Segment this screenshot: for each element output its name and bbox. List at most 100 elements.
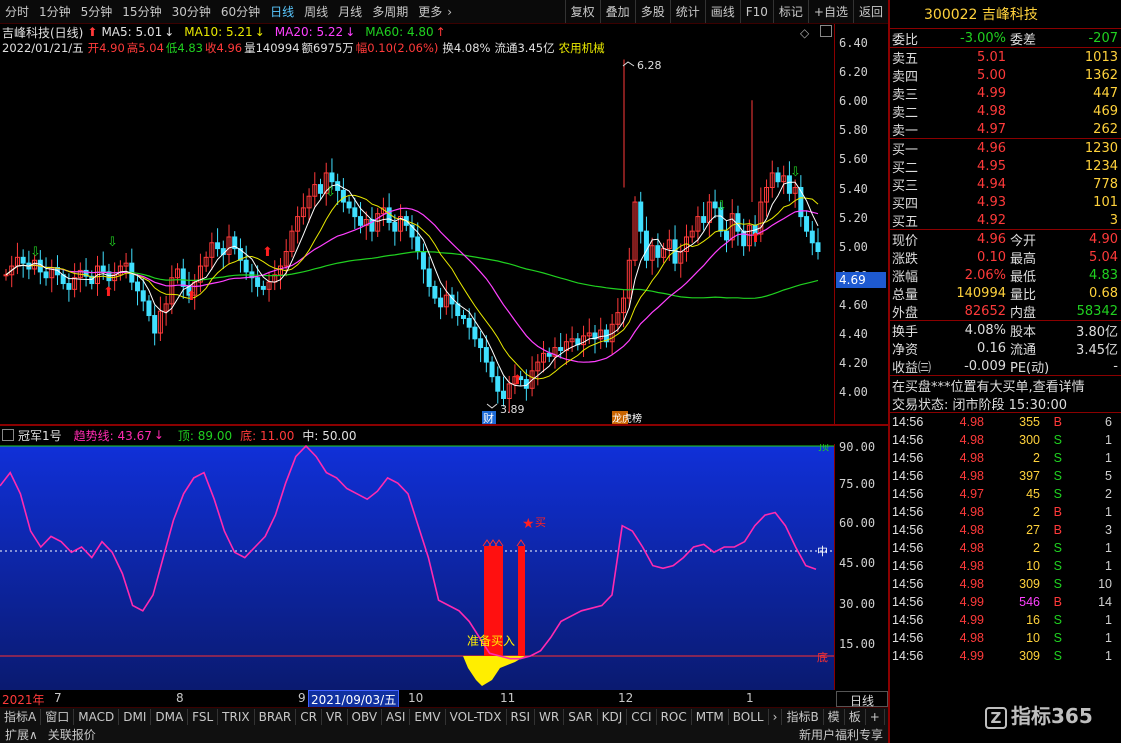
candle-body [489,361,495,378]
indicator-tab[interactable]: BOLL [729,708,769,725]
indicator-tab[interactable]: VR [322,708,348,725]
indicator-tab[interactable]: DMA [151,708,189,725]
book-row: 卖四 5.00 1362 [890,66,1121,85]
stat-label: 收益㈢ [892,360,932,376]
book-volume: 1013 [1084,49,1118,65]
candle-body [215,242,221,250]
book-row: 卖三 4.99 447 [890,84,1121,103]
up-arrow-icon: ⬆ [103,285,114,300]
toolbar-action[interactable]: 标记 [772,0,808,23]
toolbar-action[interactable]: 返回 [852,0,888,23]
indicator-tab[interactable]: CCI [627,708,657,725]
high-marker [622,61,635,67]
period-tab[interactable]: 更多 [413,0,447,23]
stat-value: 0.10 [977,249,1006,265]
period-tab[interactable]: 30分钟 [167,0,216,23]
period-tab[interactable]: 60分钟 [216,0,265,23]
indicator-tab[interactable]: MACD [74,708,120,725]
buy-label: 买 [535,516,546,529]
price-chart[interactable]: ⇩⇩⇩⇩⇩⬆ ⬆⬆⬆⬆ 6.28 3.89 财 龙虎榜 [0,24,834,426]
period-tab[interactable]: 月线 [333,0,367,23]
stat-label: 最高 [1010,251,1037,267]
indicator-tab[interactable]: DMI [119,708,152,725]
period-button[interactable]: 日线 [836,691,888,708]
toolbar-action[interactable]: 叠加 [599,0,635,23]
candle-body [43,271,49,279]
candle-body [415,236,421,253]
book-price: 5.00 [977,67,1006,83]
indicator-tab[interactable]: OBV [348,708,383,725]
period-tab[interactable]: 日线 [265,0,299,23]
indicator-chart[interactable]: 准备买入 ★ 买 中 底 顶 [0,444,834,690]
indicator-tab[interactable]: BRAR [255,708,297,725]
trade-time: 14:56 [892,577,924,591]
price-tick: 4.60 [839,297,868,312]
status-bar: 扩展∧ 关联报价 新用户福利专享 [0,725,888,743]
trade-time: 14:56 [892,433,924,447]
checkbox-icon[interactable] [2,429,14,441]
candle-body [3,274,9,277]
book-level-label: 卖五 [892,51,919,67]
indicator-tab[interactable]: EMV [410,708,446,725]
toolbar-action[interactable]: 画线 [704,0,740,23]
expand-button[interactable]: 扩展∧ [0,726,43,743]
down-arrow-icon: ⇩ [325,185,336,200]
period-tab[interactable]: 周线 [299,0,333,23]
indicator-tab[interactable]: MTM [692,708,729,725]
indicator-name[interactable]: 冠军1号 [18,427,62,444]
toolbar-action[interactable]: 多股 [634,0,670,23]
trade-side: S [1053,487,1062,501]
ma60-line [5,251,819,299]
toolbar-action[interactable]: F10 [739,0,773,23]
indicator-tab[interactable]: 指标A [0,708,42,725]
indicator-b-tab[interactable]: 指标B [782,708,824,725]
trade-row: 14:56 4.98 10 S 1 [890,557,1121,575]
indicator-tab[interactable]: WR [535,708,565,725]
period-tab[interactable]: 多周期 [367,0,413,23]
toolbar-action[interactable]: +自选 [807,0,853,23]
trade-price: 4.97 [959,487,984,501]
indicator-tab[interactable]: TRIX [218,708,255,725]
candle-body [643,230,649,261]
trade-volume: 300 [1019,433,1040,447]
indicator-tab[interactable]: FSL [188,708,219,725]
toolbar-action[interactable]: 统计 [669,0,705,23]
trade-time: 14:56 [892,469,924,483]
toolbar-action[interactable]: 复权 [564,0,600,23]
trade-count: 1 [1105,451,1112,465]
new-user-link[interactable]: 新用户福利专享 [794,726,888,743]
trade-volume: 27 [1026,523,1040,537]
indicator-tab[interactable]: CR [296,708,322,725]
book-row: 买一 4.96 1230 [890,139,1121,158]
period-tab[interactable]: 1分钟 [34,0,76,23]
indicator-b-tab[interactable]: 板 [845,708,866,725]
big-order-notice[interactable]: 在买盘***位置有大买单,查看详情 [890,376,1121,395]
candle-body [438,297,444,308]
more-tabs-icon[interactable]: › [769,708,783,725]
trade-count: 6 [1105,415,1112,429]
weicha-value: -207 [1088,30,1118,46]
related-quote-button[interactable]: 关联报价 [43,726,101,743]
indicator-tab[interactable]: ROC [657,708,692,725]
trade-volume: 309 [1019,577,1040,591]
indicator-tick: 60.00 [839,516,876,530]
indicator-tab[interactable]: ASI [382,708,411,725]
indicator-tab[interactable]: RSI [507,708,536,725]
trade-volume: 309 [1019,649,1040,663]
indicator-background [0,446,834,690]
indicator-tab[interactable]: KDJ [598,708,628,725]
period-tab[interactable]: 15分钟 [117,0,166,23]
trade-count: 10 [1098,577,1112,591]
indicator-tab[interactable]: 窗口 [41,708,75,725]
period-tab[interactable]: 5分钟 [76,0,118,23]
indicator-b-tab[interactable]: 模 [824,708,845,725]
indicator-tab[interactable]: SAR [564,708,598,725]
book-row: 卖一 4.97 262 [890,120,1121,139]
period-tab[interactable]: 分时 [0,0,34,23]
indicator-b-tab[interactable]: + [866,708,885,725]
candle-body [180,268,186,287]
trade-volume: 10 [1026,631,1040,645]
book-level-label: 卖四 [892,69,919,85]
indicator-tab[interactable]: VOL-TDX [446,708,507,725]
stat-label: 涨跌 [892,251,919,267]
